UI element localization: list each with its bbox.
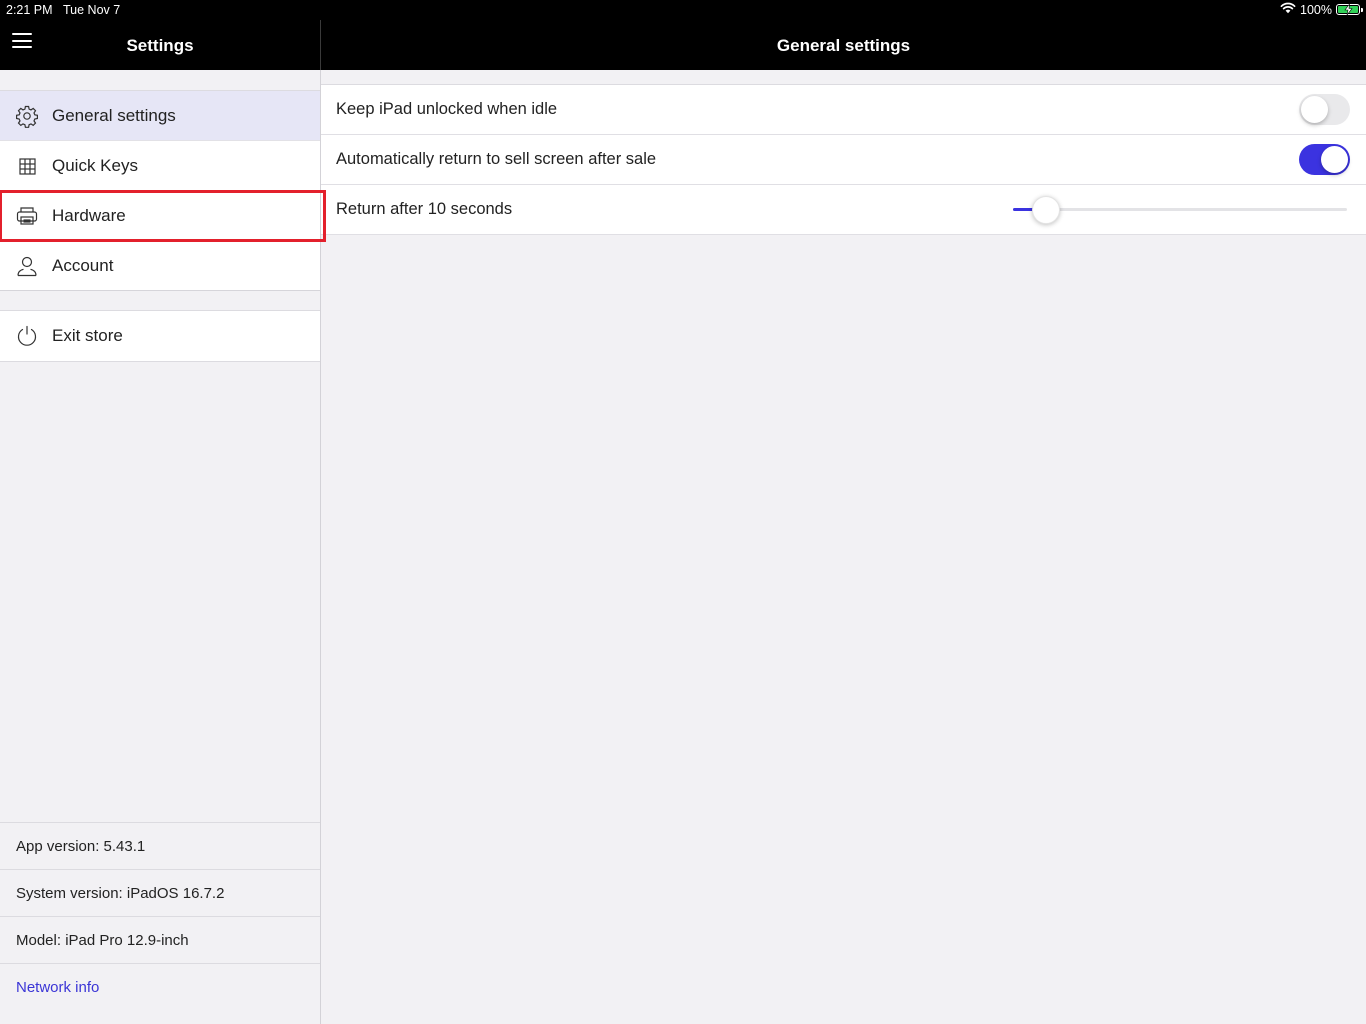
exit-store-label: Exit store: [52, 326, 123, 345]
gear-icon: [15, 104, 39, 128]
sidebar-item-account[interactable]: Account: [0, 241, 320, 291]
device-model: Model: iPad Pro 12.9-inch: [0, 916, 320, 963]
sidebar-item-quick-keys[interactable]: Quick Keys: [0, 141, 320, 191]
battery-charging-icon: [1336, 4, 1363, 15]
keep-unlocked-toggle[interactable]: [1299, 94, 1350, 125]
setting-label: Keep iPad unlocked when idle: [336, 100, 558, 118]
sidebar-menu: General settings Quick Keys Hardware Acc…: [0, 90, 326, 291]
printer-icon: [15, 204, 39, 228]
system-version: System version: iPadOS 16.7.2: [0, 869, 320, 916]
power-icon: [15, 324, 39, 348]
sidebar-item-label: Hardware: [52, 205, 126, 225]
setting-return-after: Return after 10 seconds: [321, 185, 1366, 235]
setting-label: Automatically return to sell screen afte…: [336, 150, 657, 168]
network-info-link[interactable]: Network info: [0, 963, 320, 1010]
exit-store-button[interactable]: Exit store: [0, 311, 320, 361]
status-time: 2:21 PM: [6, 3, 53, 17]
status-date: Tue Nov 7: [63, 3, 121, 17]
slider-thumb[interactable]: [1032, 196, 1061, 224]
grid-icon: [15, 154, 39, 178]
sidebar-item-label: General settings: [52, 105, 176, 125]
sidebar-item-label: Account: [52, 255, 114, 275]
app-version: App version: 5.43.1: [0, 822, 320, 869]
sidebar-title: Settings: [126, 36, 194, 55]
setting-auto-return: Automatically return to sell screen afte…: [321, 135, 1366, 185]
app-info: App version: 5.43.1 System version: iPad…: [0, 822, 320, 1010]
setting-label: Return after 10 seconds: [336, 200, 513, 218]
sidebar-item-hardware[interactable]: Hardware: [0, 190, 326, 242]
return-after-slider[interactable]: [1013, 196, 1347, 224]
sidebar-item-label: Quick Keys: [52, 155, 138, 175]
auto-return-toggle[interactable]: [1299, 144, 1350, 175]
wifi-icon: [1280, 2, 1296, 17]
page-title: General settings: [776, 36, 911, 55]
settings-list: Keep iPad unlocked when idle Automatical…: [321, 84, 1366, 235]
setting-keep-unlocked: Keep iPad unlocked when idle: [321, 85, 1366, 135]
sidebar-item-general-settings[interactable]: General settings: [0, 91, 320, 141]
user-icon: [15, 254, 39, 278]
split-divider: [320, 0, 321, 1024]
sidebar: General settings Quick Keys Hardware Acc…: [0, 70, 326, 1024]
battery-percentage: 100%: [1300, 2, 1332, 17]
status-bar: 2:21 PM Tue Nov 7 100%: [0, 0, 1366, 20]
exit-section: Exit store: [0, 310, 320, 362]
